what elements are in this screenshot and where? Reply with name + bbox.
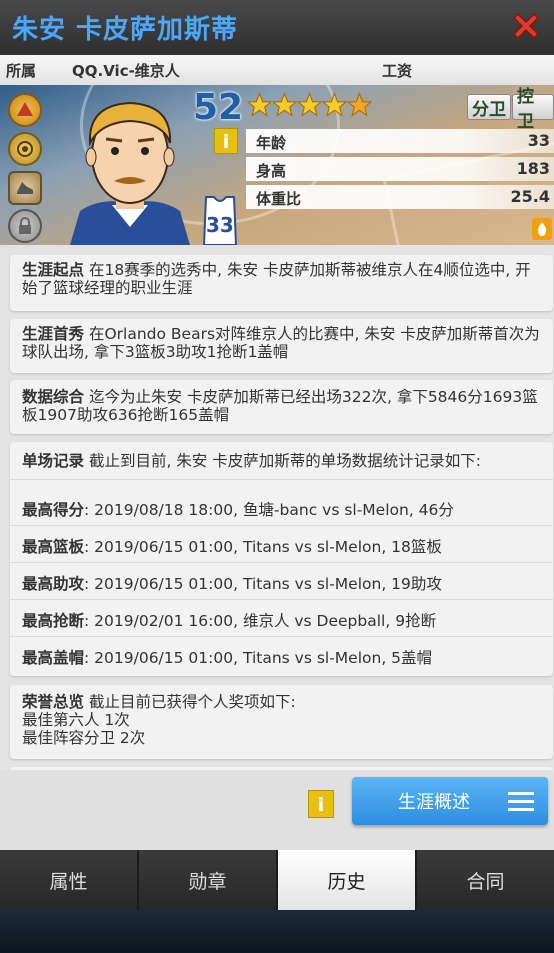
position-button-secondary[interactable]: 控卫 (512, 87, 554, 132)
record-text: : 2019/06/15 01:00, Titans vs sl-Melon, … (84, 649, 433, 667)
card-text: 在18赛季的选秀中, 朱安 卡皮萨加斯蒂被维京人在4顺位选中, 开始了篮球经理的… (22, 261, 531, 297)
skill-icon[interactable] (8, 132, 42, 166)
stat-row-weight: 体重比 25.4 (246, 185, 554, 209)
position-button-primary[interactable]: 分卫 (467, 94, 511, 120)
record-label: 最高助攻 (22, 575, 85, 593)
team-label: 所属 (6, 62, 37, 80)
star-icon (297, 92, 322, 117)
card-title: 单场记录 (22, 452, 85, 470)
flame-glyph (537, 222, 547, 236)
honor-item: 最佳阵容分卫 2次 (22, 729, 146, 747)
record-text: : 2019/02/01 16:00, 维京人 vs Deepball, 9抢断 (84, 612, 437, 630)
menu-icon (508, 792, 534, 811)
close-icon (512, 12, 540, 40)
card-title: 数据综合 (22, 388, 85, 406)
honor-item: 最佳第六人 1次 (22, 711, 130, 729)
card-career-debut: 生涯首秀 在Orlando Bears对阵维京人的比赛中, 朱安 卡皮萨加斯蒂首… (10, 319, 553, 373)
locked-skill-icon[interactable] (8, 209, 42, 243)
card-title: 生涯首秀 (22, 325, 85, 343)
record-label: 最高抢断 (22, 612, 85, 630)
record-row-blocks: 最高盖帽: 2019/06/15 01:00, Titans vs sl-Mel… (22, 646, 432, 668)
record-row-steals: 最高抢断: 2019/02/01 16:00, 维京人 vs Deepball,… (22, 609, 436, 631)
stat-value: 33 (527, 131, 550, 150)
history-content: 生涯起点 在18赛季的选秀中, 朱安 卡皮萨加斯蒂被维京人在4顺位选中, 开始了… (0, 245, 554, 850)
career-button-label: 生涯概述 (398, 792, 470, 813)
record-row-assists: 最高助攻: 2019/06/15 01:00, Titans vs sl-Mel… (22, 572, 442, 594)
career-overview-button[interactable]: 生涯概述 (352, 777, 548, 825)
fire-icon[interactable] (532, 218, 552, 240)
stat-label: 体重比 (256, 190, 302, 208)
player-avatar (70, 101, 190, 245)
bottom-tabs: 属性 勋章 历史 合同 (0, 850, 554, 910)
page-title: 朱安 卡皮萨加斯蒂 (12, 15, 239, 45)
record-row-rebounds: 最高篮板: 2019/06/15 01:00, Titans vs sl-Mel… (22, 535, 442, 557)
record-text: : 2019/06/15 01:00, Titans vs sl-Melon, … (84, 575, 442, 593)
player-rating: 52 (193, 87, 244, 128)
stat-value: 25.4 (510, 187, 550, 206)
card-text: 迄今为止朱安 卡皮萨加斯蒂已经出场322次, 拿下5846分1693篮板1907… (22, 388, 538, 424)
lock-icon (19, 217, 31, 234)
jersey-number: 33 (206, 213, 234, 237)
player-panel: 33 52 分卫 控卫 i 年龄 33 身高 183 体重比 25.4 (0, 85, 554, 245)
salary-label: 工资 (382, 62, 413, 80)
divider (10, 562, 553, 563)
record-label: 最高盖帽 (22, 649, 85, 667)
scorer-icon (17, 102, 33, 116)
star-icon (247, 92, 272, 117)
info-icon[interactable]: i (214, 128, 238, 154)
stat-label: 身高 (256, 162, 287, 180)
card-text: 截止目前已获得个人奖项如下: (88, 693, 296, 711)
tab-contract[interactable]: 合同 (417, 850, 554, 910)
target-icon (17, 141, 33, 157)
skill-icon[interactable] (8, 171, 42, 205)
star-icon (322, 92, 347, 117)
stat-value: 183 (516, 159, 550, 178)
team-value: QQ.Vic-维京人 (72, 62, 180, 80)
card-stats-summary: 数据综合 迄今为止朱安 卡皮萨加斯蒂已经出场322次, 拿下5846分1693篮… (10, 380, 553, 434)
record-label: 最高得分 (22, 501, 85, 519)
card-single-game-records: 单场记录 截止到目前, 朱安 卡皮萨加斯蒂的单场数据统计记录如下: (10, 442, 553, 676)
divider (10, 479, 553, 480)
divider (10, 599, 553, 600)
record-text: : 2019/08/18 18:00, 鱼塘-banc vs sl-Melon,… (84, 501, 454, 519)
record-label: 最高篮板 (22, 538, 85, 556)
card-title: 生涯起点 (22, 261, 85, 279)
card-career-start: 生涯起点 在18赛季的选秀中, 朱安 卡皮萨加斯蒂被维京人在4顺位选中, 开始了… (10, 255, 553, 311)
record-text: : 2019/06/15 01:00, Titans vs sl-Melon, … (84, 538, 442, 556)
divider (10, 636, 553, 637)
star-icon (347, 92, 372, 117)
record-row-points: 最高得分: 2019/08/18 18:00, 鱼塘-banc vs sl-Me… (22, 498, 454, 520)
card-title: 荣誉总览 (22, 693, 85, 711)
tab-medals[interactable]: 勋章 (139, 850, 278, 910)
card-text: 截止到目前, 朱安 卡皮萨加斯蒂的单场数据统计记录如下: (88, 452, 481, 470)
skill-icon[interactable] (8, 93, 42, 127)
divider (10, 525, 553, 526)
stat-label: 年龄 (256, 134, 287, 152)
title-bar: 朱安 卡皮萨加斯蒂 (0, 0, 554, 55)
star-rating (247, 91, 372, 119)
card-text: 在Orlando Bears对阵维京人的比赛中, 朱安 卡皮萨加斯蒂首次为球队出… (22, 325, 540, 361)
close-button[interactable] (506, 6, 546, 46)
info-icon[interactable]: i (308, 790, 334, 818)
stat-row-age: 年龄 33 (246, 129, 554, 153)
stat-row-height: 身高 183 (246, 157, 554, 181)
card-honors: 荣誉总览 截止目前已获得个人奖项如下: 最佳第六人 1次 最佳阵容分卫 2次 (10, 685, 553, 759)
background-strip (0, 910, 554, 953)
tab-attributes[interactable]: 属性 (0, 850, 139, 910)
team-info-row: 所属 QQ.Vic-维京人 工资 (0, 55, 554, 85)
shoe-icon (17, 182, 33, 194)
star-icon (272, 92, 297, 117)
tab-history[interactable]: 历史 (278, 850, 417, 910)
